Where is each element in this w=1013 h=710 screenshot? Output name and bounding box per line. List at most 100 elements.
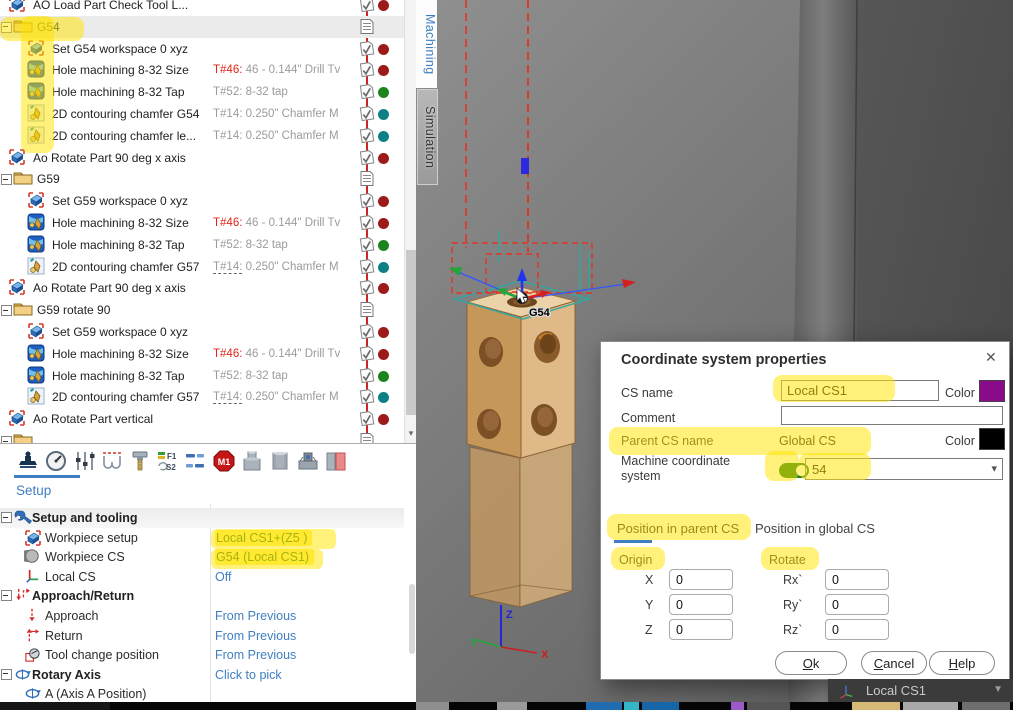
doc-icon[interactable]: [360, 18, 374, 35]
setup-row[interactable]: ApproachFrom Previous: [0, 606, 404, 626]
taskbar-app-thumbnail[interactable]: [642, 702, 679, 710]
check-icon[interactable]: [358, 83, 375, 100]
taskbar-app-thumbnail[interactable]: [416, 702, 449, 710]
taskbar-app-thumbnail[interactable]: [852, 702, 900, 710]
tree-row-operation[interactable]: 2D contouring chamfer G54T#14: 0.250" Ch…: [0, 103, 404, 125]
tb-gauge-icon[interactable]: [44, 449, 68, 473]
setup-value[interactable]: Off: [215, 570, 231, 584]
tree-row-operation[interactable]: Hole machining 8-32 SizeT#46: 46 - 0.144…: [0, 343, 404, 365]
tb-clamp-icon[interactable]: [296, 449, 320, 473]
comment-input[interactable]: [781, 406, 1003, 425]
tree-row-operation[interactable]: Ao Rotate Part 90 deg x axis: [0, 277, 404, 299]
setup-row[interactable]: Local CSOff: [0, 567, 404, 587]
setup-row[interactable]: Workpiece setupLocal CS1+(Z5 ): [0, 528, 404, 548]
setup-value[interactable]: From Previous: [215, 648, 296, 662]
check-icon[interactable]: [358, 214, 375, 231]
tree-row-operation[interactable]: 2D contouring chamfer G57T#14: 0.250" Ch…: [0, 256, 404, 278]
rx-input[interactable]: [825, 569, 889, 590]
setup-row[interactable]: Setup and tooling: [0, 508, 404, 528]
collapse-icon[interactable]: [1, 174, 12, 185]
doc-icon[interactable]: [360, 301, 374, 318]
taskbar-app-thumbnail[interactable]: [497, 702, 527, 710]
taskbar-app-thumbnail[interactable]: [731, 702, 744, 710]
tree-row-operation[interactable]: Hole machining 8-32 SizeT#46: 46 - 0.144…: [0, 212, 404, 234]
setup-row[interactable]: A (Axis A Position): [0, 684, 404, 702]
rz-input[interactable]: [825, 619, 889, 640]
tb-fixture-icon[interactable]: [324, 449, 348, 473]
tree-row-operation[interactable]: Hole machining 8-32 SizeT#46: 46 - 0.144…: [0, 59, 404, 81]
collapse-icon[interactable]: [1, 305, 12, 316]
setup-row[interactable]: ReturnFrom Previous: [0, 626, 404, 646]
tb-feed-icon[interactable]: F1S2: [156, 449, 180, 473]
collapse-icon[interactable]: [1, 512, 12, 523]
setup-value[interactable]: Click to pick: [215, 668, 282, 682]
machine-cs-dropdown[interactable]: 54 ▾: [805, 458, 1003, 480]
part-model[interactable]: [467, 287, 575, 458]
tab-position-in-parent-cs[interactable]: Position in parent CS: [617, 521, 739, 536]
check-icon[interactable]: [358, 258, 375, 275]
taskbar-app-thumbnail[interactable]: [0, 702, 110, 710]
cs-selector-bar[interactable]: Local CS1 ▼: [828, 679, 1013, 703]
tree-scrollbar-thumb[interactable]: [406, 250, 416, 415]
tab-machining[interactable]: Machining: [416, 0, 438, 89]
check-icon[interactable]: [358, 105, 375, 122]
scroll-down-icon[interactable]: ▾: [406, 428, 416, 440]
check-icon[interactable]: [358, 192, 375, 209]
check-icon[interactable]: [358, 61, 375, 78]
taskbar-app-thumbnail[interactable]: [747, 702, 790, 710]
tb-stock-icon[interactable]: [240, 449, 264, 473]
check-icon[interactable]: [358, 40, 375, 57]
setup-row[interactable]: Rotary AxisClick to pick: [0, 665, 404, 685]
setup-scrollbar-thumb[interactable]: [409, 584, 415, 654]
taskbar-app-thumbnail[interactable]: [962, 702, 1010, 710]
tb-m1-icon[interactable]: M1: [212, 449, 236, 473]
tree-row-operation[interactable]: Hole machining 8-32 TapT#52: 8-32 tap: [0, 234, 404, 256]
cancel-button[interactable]: Cancel: [861, 651, 927, 675]
chevron-down-icon[interactable]: ▼: [993, 684, 1003, 695]
tree-row-folder[interactable]: G54: [0, 16, 404, 38]
setup-value[interactable]: Local CS1+(Z5 ): [215, 531, 312, 545]
tab-simulation[interactable]: Simulation: [417, 89, 438, 185]
tree-row-operation[interactable]: Set G59 workspace 0 xyz: [0, 321, 404, 343]
tree-row-operation[interactable]: Ao Rotate Part vertical: [0, 408, 404, 430]
tree-scrollbar[interactable]: ▾: [404, 0, 416, 443]
check-icon[interactable]: [358, 410, 375, 427]
tree-row-folder[interactable]: G59 rotate 90: [0, 299, 404, 321]
collapse-icon[interactable]: [1, 669, 12, 680]
taskbar-app-thumbnail[interactable]: [624, 702, 639, 710]
taskbar-app-thumbnail[interactable]: [903, 702, 958, 710]
tree-row-operation[interactable]: Hole machining 8-32 TapT#52: 8-32 tap: [0, 81, 404, 103]
tree-row-operation[interactable]: Set G54 workspace 0 xyz: [0, 38, 404, 60]
close-icon[interactable]: ✕: [985, 349, 997, 366]
tree-row-operation[interactable]: 2D contouring chamfer G57T#14: 0.250" Ch…: [0, 386, 404, 408]
tree-row-folder[interactable]: G59: [0, 168, 404, 190]
setup-row[interactable]: Tool change positionFrom Previous: [0, 645, 404, 665]
tb-list-icon[interactable]: [184, 449, 208, 473]
tree-row-operation[interactable]: 2D contouring chamfer le...T#14: 0.250" …: [0, 125, 404, 147]
check-icon[interactable]: [358, 127, 375, 144]
check-icon[interactable]: [358, 367, 375, 384]
cs-name-input[interactable]: [781, 380, 939, 401]
tree-row-folder[interactable]: [0, 430, 404, 443]
tree-row-operation[interactable]: AO Load Part Check Tool L...: [0, 0, 404, 16]
check-icon[interactable]: [358, 149, 375, 166]
doc-icon[interactable]: [360, 170, 374, 187]
check-icon[interactable]: [358, 323, 375, 340]
setup-row[interactable]: Workpiece CSG54 (Local CS1): [0, 547, 404, 567]
check-icon[interactable]: [358, 236, 375, 253]
setup-value[interactable]: G54 (Local CS1): [215, 550, 314, 564]
taskbar-app-thumbnail[interactable]: [586, 702, 622, 710]
tb-cyl-icon[interactable]: [268, 449, 292, 473]
collapse-icon[interactable]: [1, 22, 12, 33]
ok-button[interactable]: Ok: [775, 651, 847, 675]
tree-row-operation[interactable]: Set G59 workspace 0 xyz: [0, 190, 404, 212]
tree-row-operation[interactable]: Hole machining 8-32 TapT#52: 8-32 tap: [0, 365, 404, 387]
tb-station-icon[interactable]: [16, 449, 40, 473]
check-icon[interactable]: [358, 279, 375, 296]
tb-sliders-icon[interactable]: [72, 449, 96, 473]
check-icon[interactable]: [358, 0, 375, 13]
check-icon[interactable]: [358, 345, 375, 362]
tb-tool-icon[interactable]: [128, 449, 152, 473]
ry-input[interactable]: [825, 594, 889, 615]
tb-gap-icon[interactable]: [100, 449, 124, 473]
